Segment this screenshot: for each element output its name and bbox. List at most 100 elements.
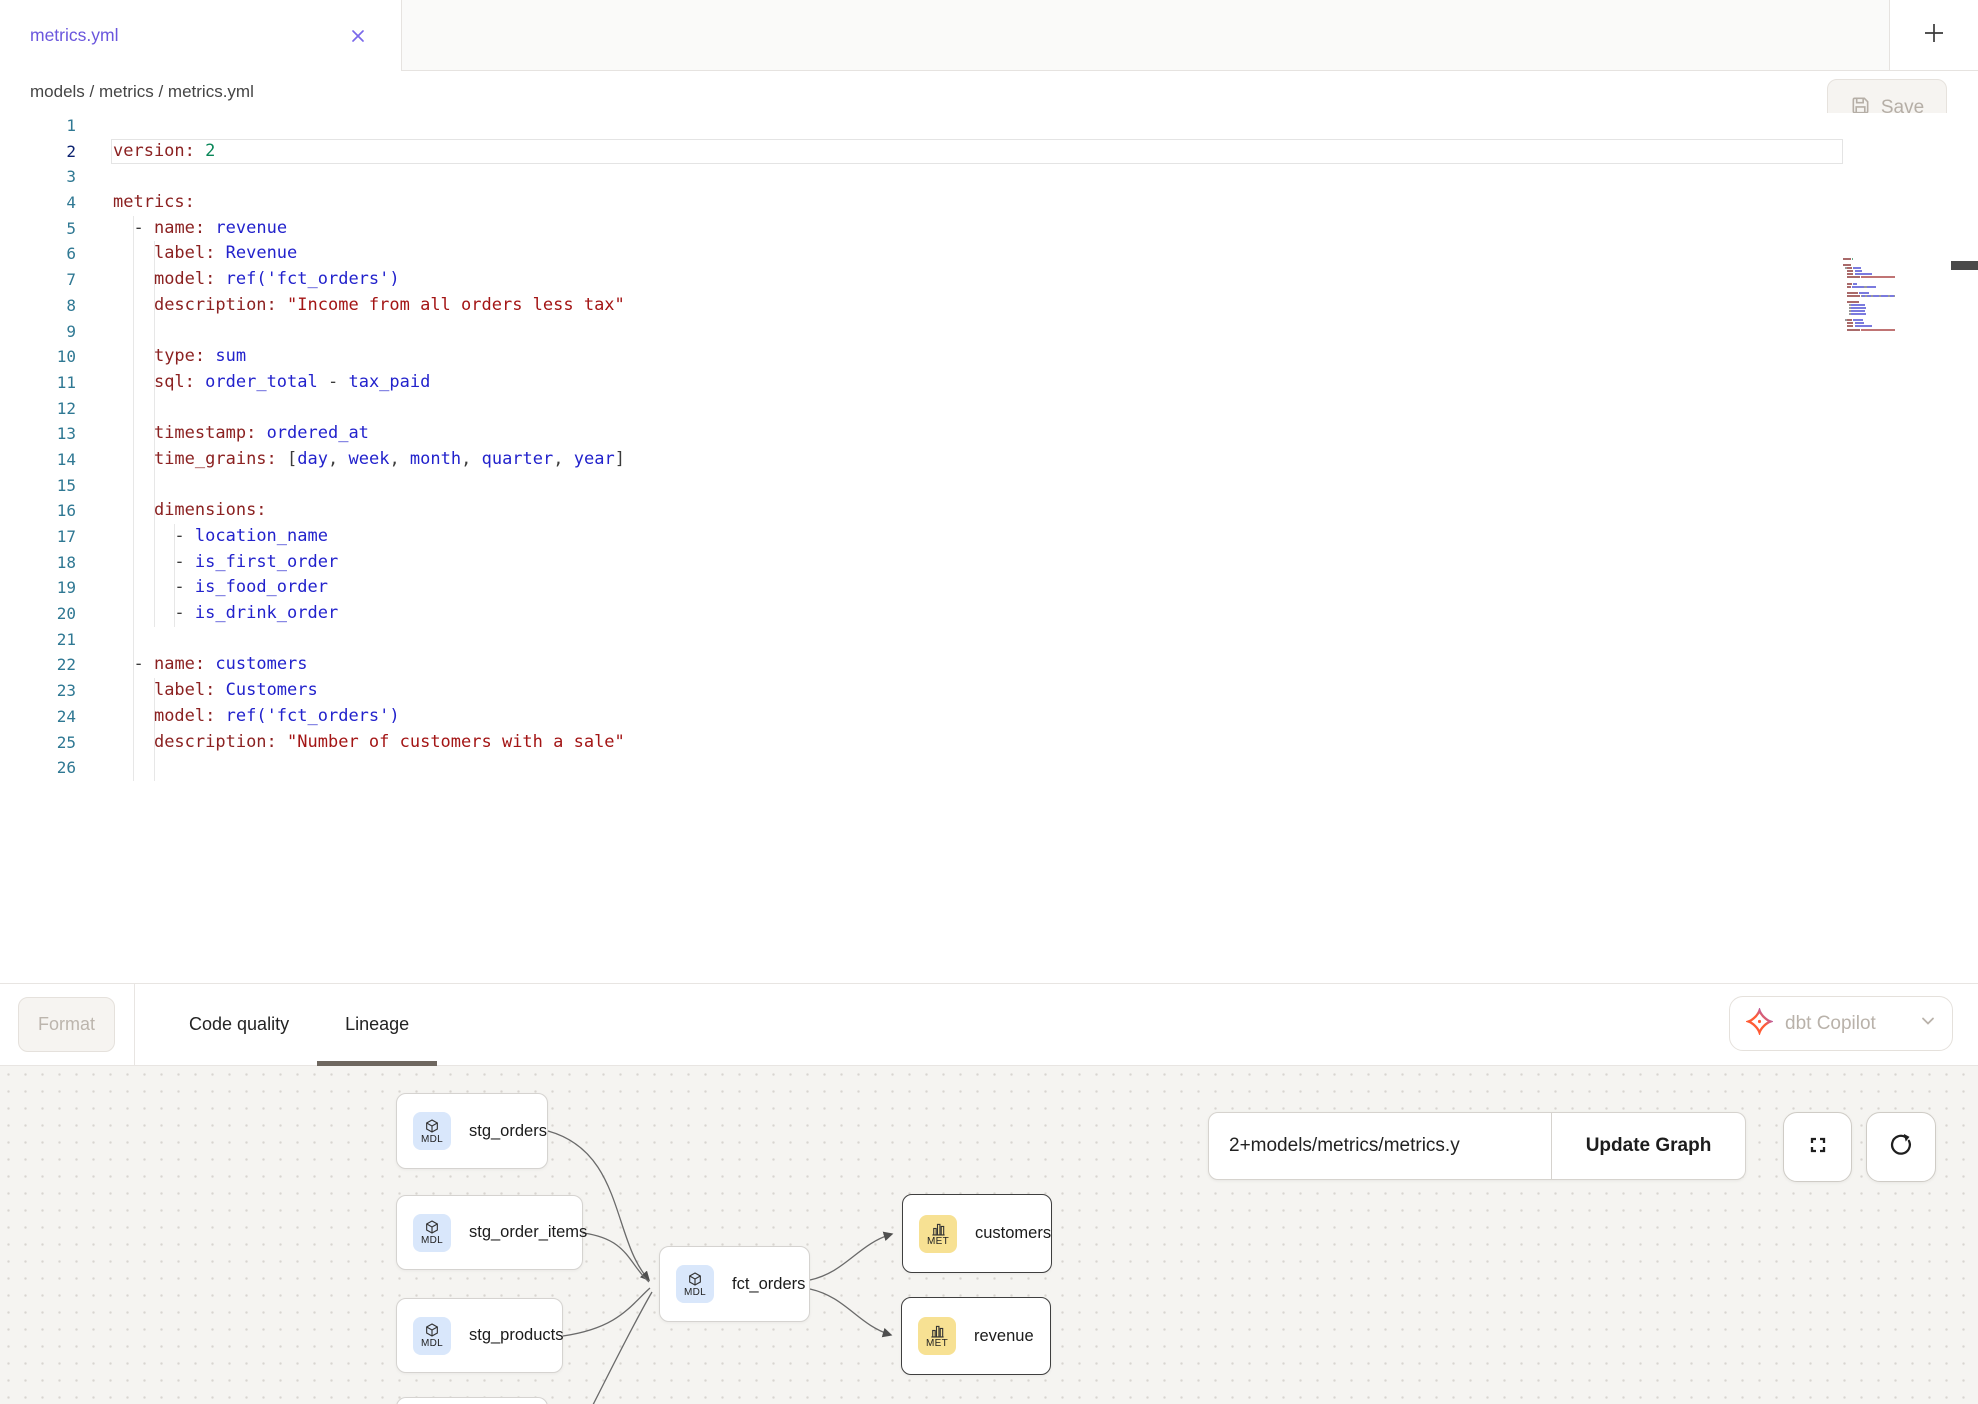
lineage-node-fct_orders[interactable]: MDLfct_orders xyxy=(659,1246,810,1322)
line-number: 8 xyxy=(0,293,76,319)
editor-footer-toolbar: Format Code quality Lineage dbt Copilot xyxy=(0,983,1978,1066)
code-line[interactable]: 15 xyxy=(0,473,1978,499)
fullscreen-icon xyxy=(1804,1131,1832,1164)
metric-badge: MET xyxy=(919,1215,957,1253)
indent-guide xyxy=(133,396,134,422)
line-number: 2 xyxy=(0,139,76,165)
tab-title: metrics.yml xyxy=(30,25,118,46)
code-line[interactable]: 19 - is_food_order xyxy=(0,575,1978,601)
code-line[interactable]: 3 xyxy=(0,164,1978,190)
code-line[interactable]: 8 description: "Income from all orders l… xyxy=(0,293,1978,319)
code-line[interactable]: 24 model: ref('fct_orders') xyxy=(0,704,1978,730)
code-editor[interactable]: 12 version: 2 34 metrics:5 - name: revenue6… xyxy=(0,113,1978,983)
indent-guide xyxy=(133,755,134,781)
code-text: description: "Number of customers with a… xyxy=(113,730,625,756)
tab-strip-background xyxy=(402,0,1890,71)
node-label: customers xyxy=(975,1224,1051,1243)
tab-strip: metrics.yml xyxy=(0,0,1978,71)
code-line[interactable]: 22 - name: customers xyxy=(0,652,1978,678)
line-number: 7 xyxy=(0,267,76,293)
dbt-copilot-button[interactable]: dbt Copilot xyxy=(1729,996,1953,1051)
line-number: 24 xyxy=(0,704,76,730)
code-line[interactable]: 2 version: 2 xyxy=(0,139,1978,165)
code-line[interactable]: 21 xyxy=(0,627,1978,653)
tab-metrics-yml[interactable]: metrics.yml xyxy=(0,0,402,71)
lineage-node-stg_products[interactable]: MDLstg_products xyxy=(396,1298,563,1373)
code-line[interactable]: 7 model: ref('fct_orders') xyxy=(0,267,1978,293)
edge-fct_orders-to-revenue xyxy=(810,1289,891,1335)
edge-upstream-to-fct_orders xyxy=(577,1292,652,1404)
line-number: 23 xyxy=(0,678,76,704)
code-line[interactable]: 17 - location_name xyxy=(0,524,1978,550)
line-number: 16 xyxy=(0,498,76,524)
code-line[interactable]: 16 dimensions: xyxy=(0,498,1978,524)
new-tab-button[interactable] xyxy=(1889,0,1978,71)
line-number: 20 xyxy=(0,601,76,627)
edge-fct_orders-to-customers xyxy=(810,1234,892,1280)
code-text: version: 2 xyxy=(113,139,215,165)
code-text: model: ref('fct_orders') xyxy=(113,267,400,293)
code-line[interactable]: 26 xyxy=(0,755,1978,781)
code-text: metrics: xyxy=(113,190,195,216)
dbt-ide-window: metrics.yml models / metrics / metrics.y… xyxy=(0,0,1978,1404)
code-line[interactable]: 6 label: Revenue xyxy=(0,241,1978,267)
close-icon[interactable] xyxy=(347,25,369,47)
code-line[interactable]: 25 description: "Number of customers wit… xyxy=(0,730,1978,756)
line-number: 1 xyxy=(0,113,76,139)
code-line[interactable]: 10 type: sum xyxy=(0,344,1978,370)
line-number: 4 xyxy=(0,190,76,216)
code-text: - name: customers xyxy=(113,652,308,678)
refresh-icon xyxy=(1886,1130,1916,1165)
line-number: 5 xyxy=(0,216,76,242)
tab-code-quality[interactable]: Code quality xyxy=(161,984,317,1065)
indent-guide xyxy=(154,396,155,422)
line-number: 3 xyxy=(0,164,76,190)
line-number: 11 xyxy=(0,370,76,396)
code-text: dimensions: xyxy=(113,498,267,524)
code-line[interactable]: 14 time_grains: [day, week, month, quart… xyxy=(0,447,1978,473)
tab-lineage[interactable]: Lineage xyxy=(317,984,437,1065)
line-number: 26 xyxy=(0,755,76,781)
line-number: 9 xyxy=(0,319,76,345)
code-line[interactable]: 9 xyxy=(0,319,1978,345)
code-line[interactable]: 4 metrics: xyxy=(0,190,1978,216)
dbt-logo-icon xyxy=(1746,1008,1773,1040)
line-number: 13 xyxy=(0,421,76,447)
line-number: 10 xyxy=(0,344,76,370)
fullscreen-button[interactable] xyxy=(1783,1112,1852,1182)
toolbar-divider xyxy=(134,984,135,1065)
lineage-graph-panel[interactable]: MDLstg_ordersMDLstg_order_itemsMDLstg_pr… xyxy=(0,1066,1978,1404)
minimap[interactable] xyxy=(1843,255,1951,335)
line-number: 15 xyxy=(0,473,76,499)
model-badge: MDL xyxy=(413,1112,451,1150)
lineage-node-revenue[interactable]: METrevenue xyxy=(901,1297,1051,1375)
badge-label: MDL xyxy=(421,1235,443,1246)
code-line[interactable]: 11 sql: order_total - tax_paid xyxy=(0,370,1978,396)
code-text: timestamp: ordered_at xyxy=(113,421,369,447)
code-text: - location_name xyxy=(113,524,328,550)
lineage-node-upstream[interactable]: MDL xyxy=(396,1397,548,1404)
code-line[interactable]: 20 - is_drink_order xyxy=(0,601,1978,627)
lineage-node-stg_orders[interactable]: MDLstg_orders xyxy=(396,1093,548,1169)
line-number: 21 xyxy=(0,627,76,653)
graph-selector-input[interactable] xyxy=(1209,1113,1551,1179)
format-button[interactable]: Format xyxy=(18,997,115,1052)
node-label: stg_products xyxy=(469,1326,563,1345)
badge-label: MDL xyxy=(684,1287,706,1298)
lineage-node-customers[interactable]: MET customers xyxy=(902,1194,1052,1273)
indent-guide xyxy=(133,473,134,499)
line-number: 18 xyxy=(0,550,76,576)
refresh-button[interactable] xyxy=(1866,1112,1936,1182)
model-badge: MDL xyxy=(413,1214,451,1252)
code-line[interactable]: 23 label: Customers xyxy=(0,678,1978,704)
code-line[interactable]: 1 xyxy=(0,113,1978,139)
code-line[interactable]: 5 - name: revenue xyxy=(0,216,1978,242)
metric-badge: MET xyxy=(918,1317,956,1355)
copilot-label: dbt Copilot xyxy=(1785,1013,1908,1035)
code-text: - is_first_order xyxy=(113,550,338,576)
update-graph-button[interactable]: Update Graph xyxy=(1551,1113,1745,1179)
code-line[interactable]: 12 xyxy=(0,396,1978,422)
lineage-node-stg_order_items[interactable]: MDLstg_order_items xyxy=(396,1195,583,1270)
code-line[interactable]: 13 timestamp: ordered_at xyxy=(0,421,1978,447)
code-line[interactable]: 18 - is_first_order xyxy=(0,550,1978,576)
